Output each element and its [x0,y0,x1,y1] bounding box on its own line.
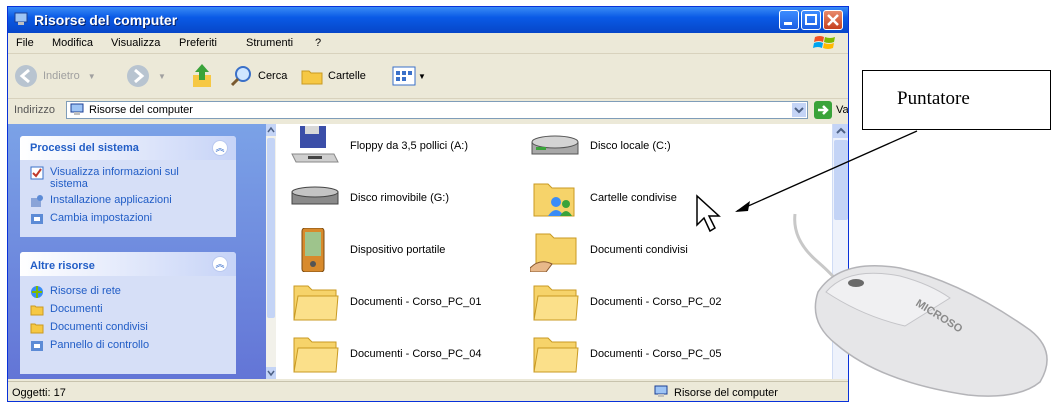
callout-arrow-line [736,130,918,212]
callout-arrowhead-icon [735,201,750,212]
mouse-wheel [848,279,864,287]
annotation-overlay: MICROSO [696,130,1048,397]
mouse-photo: MICROSO [793,213,1048,397]
mouse-pointer-icon [696,194,721,233]
